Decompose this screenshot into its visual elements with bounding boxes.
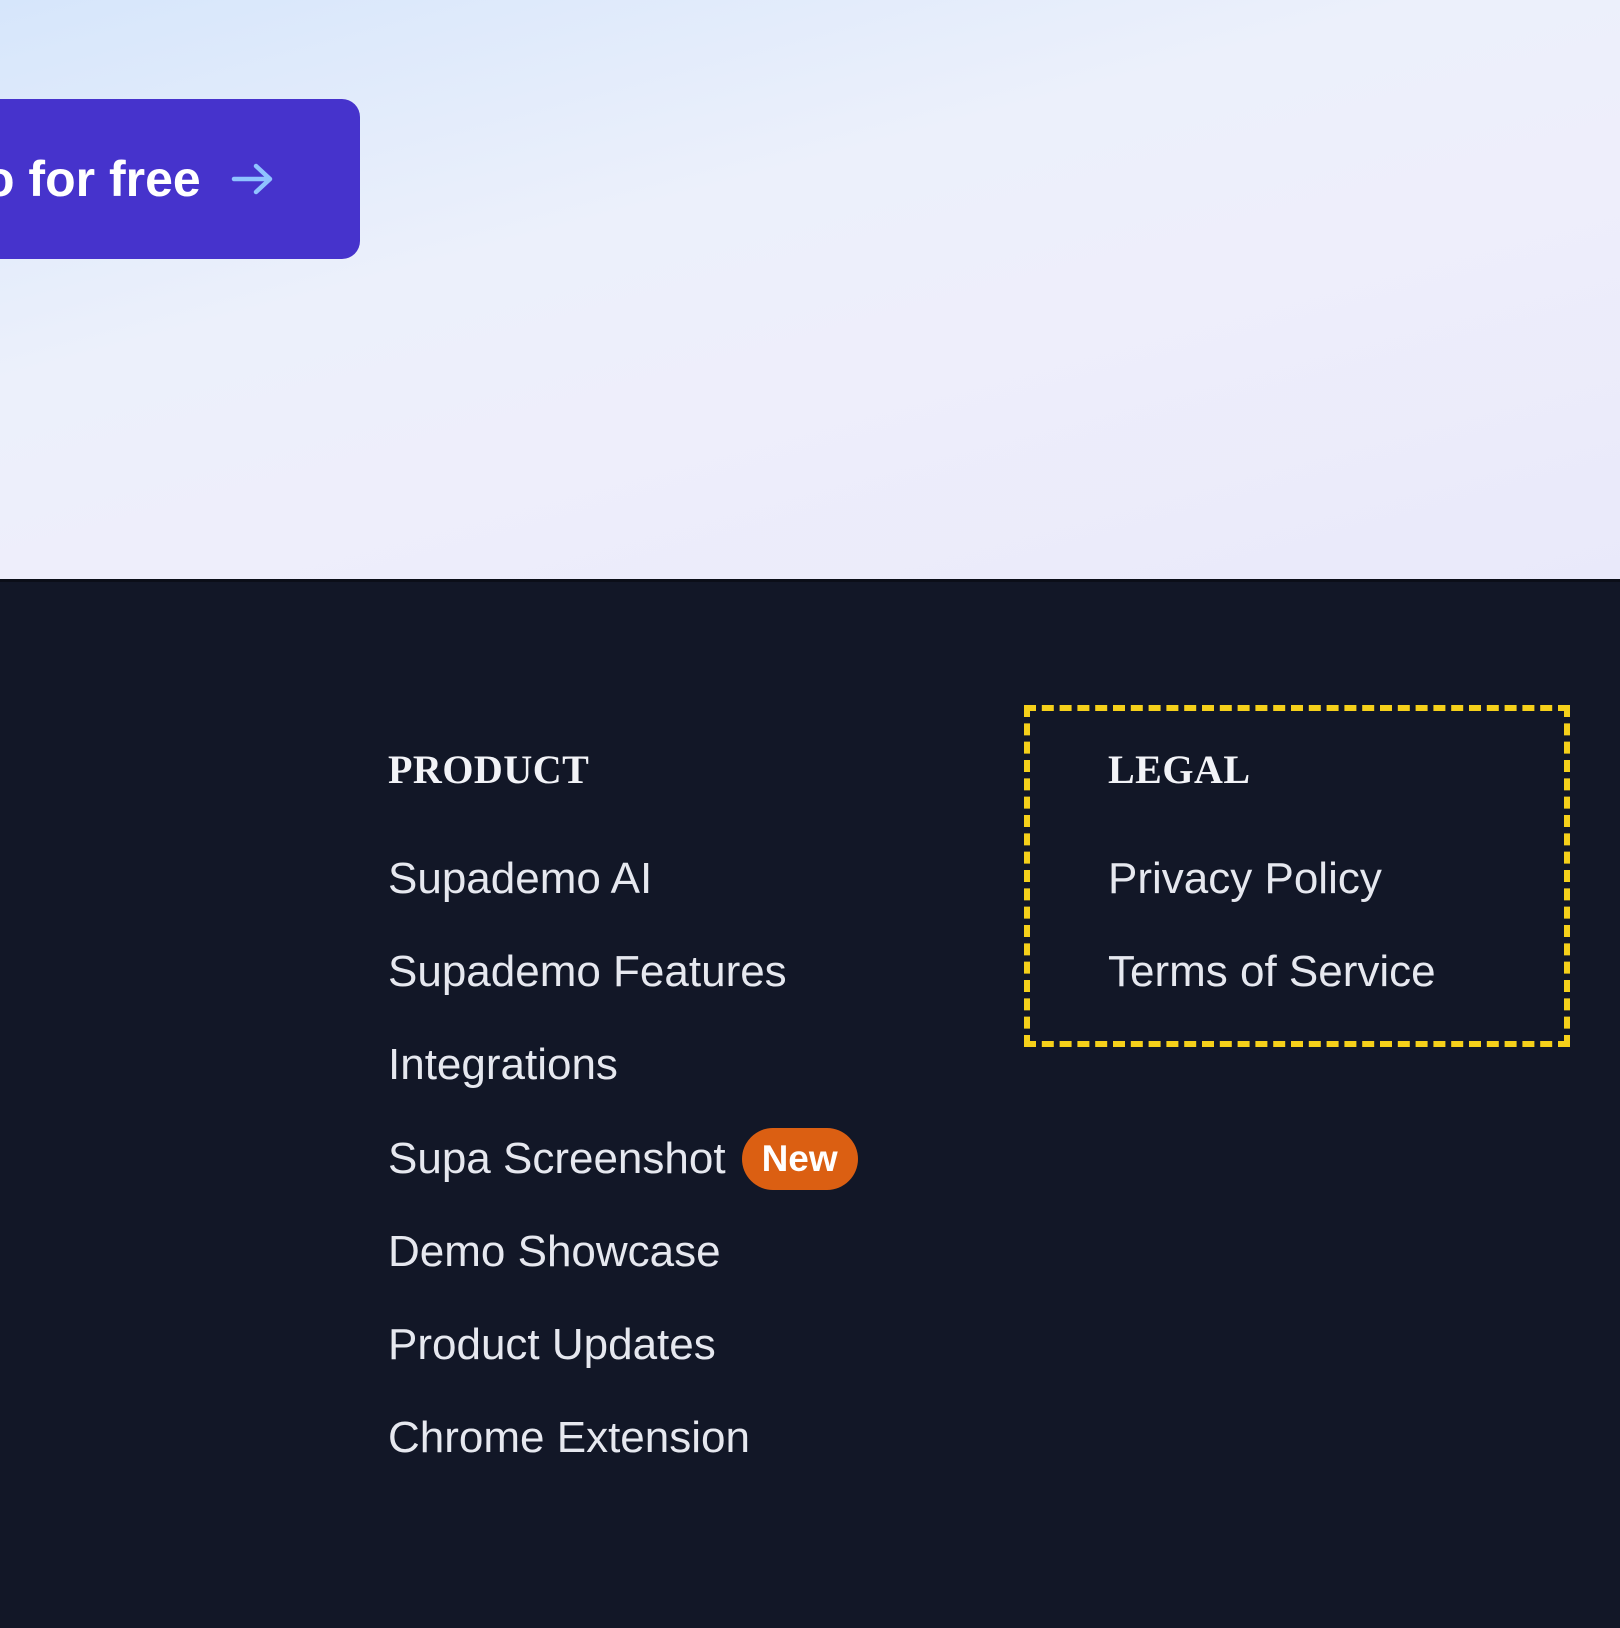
link-supa-screenshot[interactable]: Supa Screenshot [388, 1133, 726, 1185]
hero-section: o for free [0, 0, 1620, 579]
signup-free-button[interactable]: o for free [0, 99, 360, 259]
link-chrome-extension[interactable]: Chrome Extension [388, 1412, 750, 1464]
product-heading: PRODUCT [388, 747, 590, 792]
link-supa-screenshot-row[interactable]: Supa Screenshot New [388, 1128, 858, 1190]
new-badge: New [741, 1128, 858, 1190]
link-integrations[interactable]: Integrations [388, 1039, 618, 1091]
signup-free-label: o for free [0, 151, 201, 207]
legal-highlight-box [1024, 705, 1570, 1047]
link-demo-showcase[interactable]: Demo Showcase [388, 1226, 721, 1278]
link-supademo-ai[interactable]: Supademo AI [388, 853, 652, 905]
arrow-right-icon [231, 163, 273, 195]
link-supademo-features[interactable]: Supademo Features [388, 946, 787, 998]
link-product-updates[interactable]: Product Updates [388, 1319, 716, 1371]
